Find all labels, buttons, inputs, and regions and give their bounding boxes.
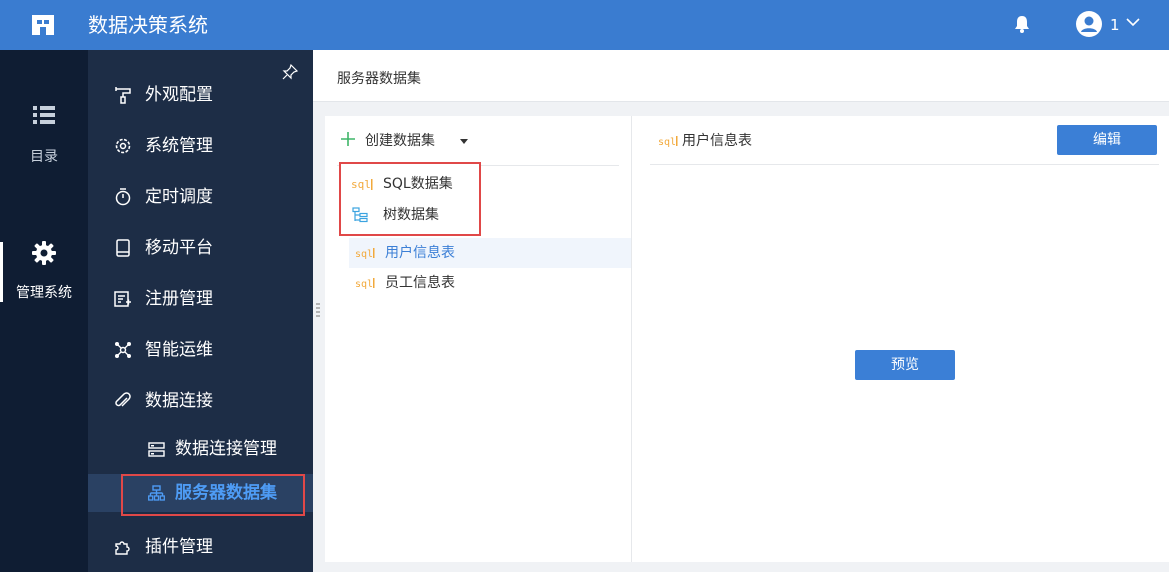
- top-header: 数据决策系统 1: [0, 0, 1169, 50]
- menu-item-label: SQL数据集: [383, 176, 453, 192]
- caret-down-icon: [460, 139, 468, 144]
- page-title: 服务器数据集: [337, 71, 421, 87]
- dataset-label: 用户信息表: [385, 245, 455, 261]
- sidebar-item-label: 外观配置: [145, 85, 213, 105]
- rail-item-label: 管理系统: [16, 285, 72, 301]
- settings-icon: [115, 138, 131, 154]
- sidebar-subitem-label: 数据连接管理: [175, 439, 277, 459]
- gear-icon: [32, 241, 56, 265]
- sidebar-item-data-connection[interactable]: 数据连接: [88, 376, 313, 426]
- highlight-box: [121, 474, 305, 516]
- user-name[interactable]: 1: [1110, 15, 1120, 35]
- rail-item-management[interactable]: 管理系统: [0, 240, 88, 312]
- dataset-label: 员工信息表: [385, 275, 455, 291]
- svg-text:sql: sql: [658, 137, 676, 148]
- sidebar-item-label: 系统管理: [145, 136, 213, 156]
- server-icon: [148, 442, 165, 457]
- breadcrumb: 服务器数据集: [313, 50, 1169, 102]
- sql-icon: sql: [355, 278, 375, 290]
- list-icon: [33, 106, 55, 124]
- sidebar-subitem-connection-management[interactable]: 数据连接管理: [88, 430, 313, 468]
- sidebar-item-label: 数据连接: [145, 391, 213, 411]
- sidebar-item-label: 定时调度: [145, 187, 213, 207]
- sql-icon: sql: [355, 248, 375, 260]
- tree-icon: [352, 207, 368, 223]
- sidebar-item-register[interactable]: 注册管理: [88, 274, 313, 324]
- detail-title-label: 用户信息表: [682, 133, 752, 149]
- sidebar-item-plugins[interactable]: 插件管理: [88, 522, 313, 572]
- network-icon: [115, 342, 131, 358]
- sql-icon: sql: [351, 178, 373, 191]
- svg-text:sql: sql: [355, 249, 373, 260]
- sidebar-item-label: 移动平台: [145, 238, 213, 258]
- sidebar-item-label: 智能运维: [145, 340, 213, 360]
- sidebar-item-schedule[interactable]: 定时调度: [88, 172, 313, 222]
- fr-logo-icon[interactable]: [30, 12, 56, 38]
- create-dataset-label: 创建数据集: [365, 133, 435, 149]
- create-dataset-menu: sql SQL数据集 树数据集: [339, 162, 481, 236]
- timer-icon: [115, 188, 131, 206]
- plus-icon: [341, 132, 355, 146]
- rail-item-catalog[interactable]: 目录: [0, 102, 88, 172]
- bell-icon[interactable]: [1013, 14, 1031, 34]
- app-title: 数据决策系统: [88, 13, 208, 37]
- main-content: 服务器数据集 创建数据集 sql 用户信息表 sql 员工信息表 sql 用户信…: [313, 50, 1169, 572]
- edit-button[interactable]: 编辑: [1057, 125, 1157, 155]
- appearance-icon: [115, 87, 131, 104]
- primary-rail: 目录 管理系统: [0, 50, 88, 572]
- sidebar-item-label: 插件管理: [145, 537, 213, 557]
- rail-item-label: 目录: [30, 149, 58, 165]
- dataset-detail-panel: sql 用户信息表 编辑 预览: [631, 116, 1169, 562]
- dataset-item[interactable]: sql 员工信息表: [349, 268, 631, 298]
- chevron-down-icon[interactable]: [1126, 17, 1140, 27]
- sql-icon: sql: [658, 136, 678, 148]
- mobile-icon: [116, 239, 130, 257]
- drag-handle-icon[interactable]: [316, 302, 320, 318]
- divider: [650, 164, 1159, 165]
- register-icon: [114, 291, 131, 307]
- svg-text:sql: sql: [355, 279, 373, 290]
- paperclip-icon: [115, 392, 131, 407]
- sidebar-item-appearance[interactable]: 外观配置: [88, 70, 313, 120]
- sidebar-item-label: 注册管理: [145, 289, 213, 309]
- user-icon: [1081, 16, 1097, 32]
- preview-button[interactable]: 预览: [855, 350, 955, 380]
- dataset-item[interactable]: sql 用户信息表: [349, 238, 631, 268]
- sidebar-item-ops[interactable]: 智能运维: [88, 325, 313, 375]
- menu-item-label: 树数据集: [383, 207, 439, 223]
- avatar[interactable]: [1076, 11, 1102, 37]
- svg-text:sql: sql: [351, 178, 371, 191]
- sidebar-item-mobile[interactable]: 移动平台: [88, 223, 313, 273]
- sidebar-item-system[interactable]: 系统管理: [88, 121, 313, 171]
- puzzle-icon: [115, 541, 130, 555]
